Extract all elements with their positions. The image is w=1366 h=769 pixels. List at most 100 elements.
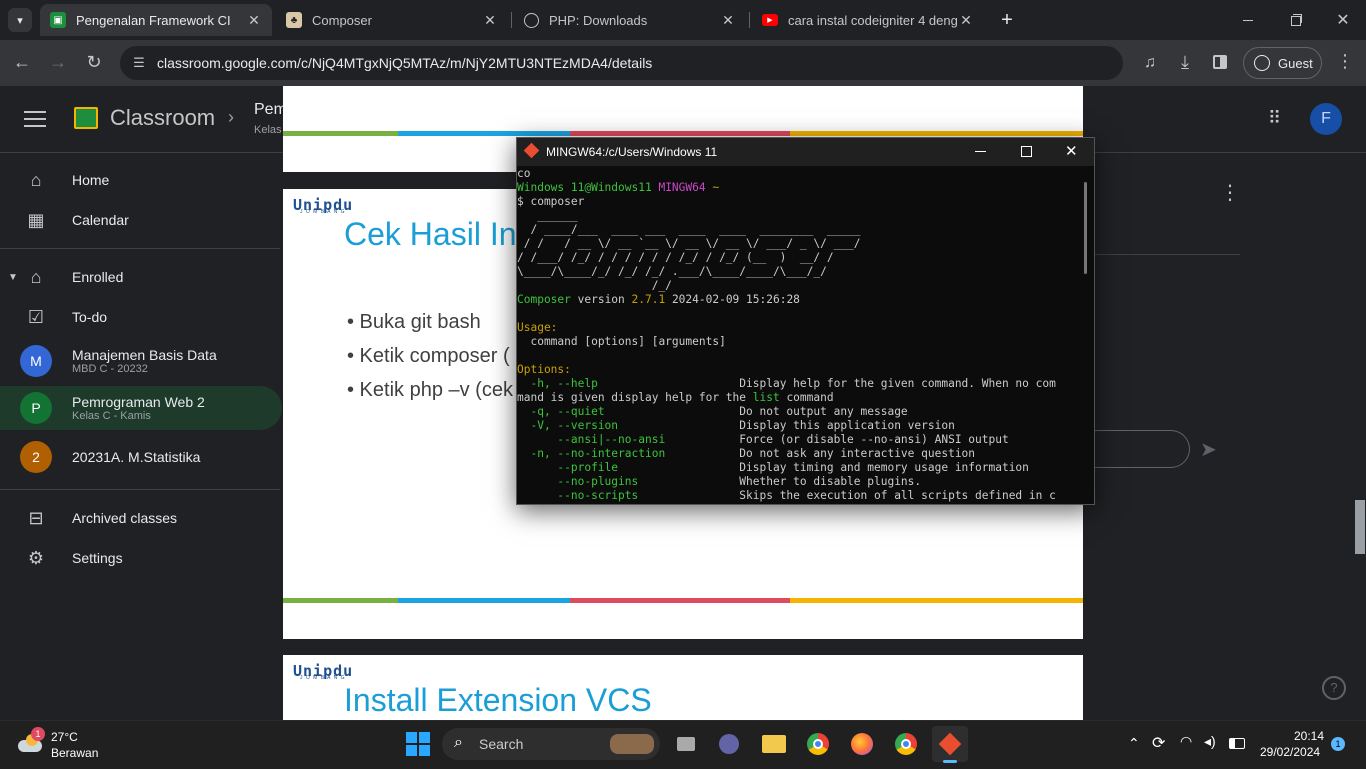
terminal-titlebar[interactable]: MINGW64:/c/Users/Windows 11 ✕ bbox=[517, 138, 1094, 166]
media-controls-icon[interactable]: ♫ bbox=[1138, 54, 1162, 72]
tab-close-icon[interactable]: ✕ bbox=[482, 12, 498, 29]
terminal-segment: \____/\____/_/ /_/ /_/ .___/\____/____/\… bbox=[517, 265, 827, 278]
sidebar-item-todo[interactable]: ☑ To-do bbox=[0, 297, 280, 337]
sidebar-item-enrolled[interactable]: ▼ ⌂ Enrolled bbox=[0, 257, 280, 297]
slide-bullet: • Ketik php –v (cek bbox=[347, 379, 513, 401]
tab-close-icon[interactable]: ✕ bbox=[720, 12, 736, 29]
meet-chat-icon[interactable] bbox=[711, 726, 747, 762]
app-name[interactable]: Classroom bbox=[110, 105, 215, 131]
terminal-line: / /___/ /_/ / / / / / / /_/ / /_/ (__ ) … bbox=[517, 251, 1081, 265]
youtube-icon: ▶ bbox=[762, 14, 778, 26]
profile-label: Guest bbox=[1278, 55, 1313, 71]
terminal-line: --ansi|--no-ansi Force (or disable --no-… bbox=[517, 433, 1081, 447]
file-explorer-icon[interactable] bbox=[756, 726, 792, 762]
terminal-close-icon[interactable]: ✕ bbox=[1065, 142, 1078, 160]
more-options-icon[interactable]: ⋮ bbox=[1220, 180, 1240, 205]
tab-title: PHP: Downloads bbox=[549, 12, 648, 28]
reload-icon[interactable]: ↻ bbox=[82, 52, 106, 73]
chrome-icon[interactable] bbox=[800, 726, 836, 762]
tab-pengenalan[interactable]: ▣ Pengenalan Framework CI ✕ bbox=[40, 4, 272, 36]
git-bash-taskbar-icon[interactable] bbox=[932, 726, 968, 762]
composer-favicon-icon: ♣ bbox=[286, 12, 302, 28]
page-scrollbar-thumb[interactable] bbox=[1355, 500, 1365, 554]
sidebar-class-web2[interactable]: P Pemrograman Web 2 Kelas C - Kamis bbox=[0, 386, 282, 430]
wifi-icon[interactable]: ◠ bbox=[1180, 733, 1192, 750]
side-panel-icon[interactable] bbox=[1213, 55, 1227, 69]
mingw-terminal-window[interactable]: MINGW64:/c/Users/Windows 11 ✕ co Windows … bbox=[516, 137, 1095, 505]
profile-button[interactable]: Guest bbox=[1243, 47, 1322, 79]
more-menu-icon[interactable]: ⋮ bbox=[1333, 51, 1357, 72]
terminal-segment: command [options] [arguments] bbox=[517, 335, 726, 348]
sidebar-divider bbox=[0, 248, 280, 249]
terminal-segment: Do not ask any interactive question bbox=[739, 447, 976, 460]
user-avatar[interactable]: F bbox=[1310, 103, 1342, 135]
sidebar-item-archived[interactable]: ⊟ Archived classes bbox=[0, 498, 280, 538]
show-hidden-icons-icon[interactable]: ⌃ bbox=[1128, 735, 1140, 752]
tab-close-icon[interactable]: ✕ bbox=[958, 12, 974, 29]
terminal-line: mand is given display help for the list … bbox=[517, 391, 1081, 405]
active-app-indicator bbox=[943, 760, 957, 763]
tab-youtube[interactable]: ▶ cara instal codeigniter 4 dengan ✕ bbox=[752, 4, 984, 36]
tab-title: cara instal codeigniter 4 dengan bbox=[788, 12, 958, 28]
chrome-icon[interactable] bbox=[888, 726, 924, 762]
comment-input[interactable] bbox=[1090, 430, 1190, 468]
terminal-segment: Display timing and memory usage informat… bbox=[739, 461, 1029, 474]
slide-bullet: • Buka git bash bbox=[347, 311, 481, 333]
volume-icon[interactable]: ◂) bbox=[1204, 733, 1216, 750]
sync-icon[interactable]: ⟳ bbox=[1152, 733, 1165, 753]
unipdu-logo-sub: J O M B A N G bbox=[300, 675, 346, 681]
download-icon[interactable]: ⤓ bbox=[1173, 52, 1197, 73]
terminal-output[interactable]: co Windows 11@Windows11 MINGW64 ~ $ compos… bbox=[517, 167, 1081, 504]
terminal-segment: Display this application version bbox=[739, 419, 955, 432]
terminal-maximize-icon[interactable] bbox=[1021, 146, 1032, 157]
sidebar-item-home[interactable]: ⌂ Home bbox=[0, 160, 280, 200]
slide-top-stripe bbox=[283, 131, 1083, 136]
sidebar-class-statistika[interactable]: 2 20231A. M.Statistika bbox=[0, 436, 280, 478]
taskbar-search-box[interactable]: ⌕ Search bbox=[442, 728, 660, 760]
main-menu-icon[interactable] bbox=[24, 109, 46, 127]
terminal-line: --no-plugins Whether to disable plugins. bbox=[517, 475, 1081, 489]
sidebar-class-mbd[interactable]: M Manajemen Basis Data MBD C - 20232 bbox=[0, 340, 280, 382]
class-avatar: 2 bbox=[20, 441, 52, 473]
forward-arrow-icon[interactable]: → bbox=[46, 52, 70, 73]
tab-composer[interactable]: ♣ Composer ✕ bbox=[276, 4, 508, 36]
clock-date[interactable]: 29/02/2024 bbox=[1260, 745, 1320, 759]
collapse-caret-icon: ▼ bbox=[8, 271, 18, 283]
sidebar-item-calendar[interactable]: ▦ Calendar bbox=[0, 200, 280, 240]
class-section: MBD C - 20232 bbox=[72, 363, 148, 375]
breadcrumb-class[interactable]: Pem bbox=[254, 101, 287, 119]
close-window-icon[interactable]: ✕ bbox=[1334, 10, 1352, 29]
url-text[interactable]: classroom.google.com/c/NjQ4MTgxNjQ5MTAz/… bbox=[157, 55, 652, 71]
send-icon[interactable]: ➤ bbox=[1200, 437, 1217, 462]
apps-grid-icon[interactable]: ⠿ bbox=[1268, 108, 1288, 128]
weather-temp[interactable]: 27°C bbox=[51, 730, 78, 744]
terminal-segment: co bbox=[517, 167, 531, 180]
start-button[interactable] bbox=[406, 732, 430, 756]
terminal-line: --no-scripts Skips the execution of all … bbox=[517, 489, 1081, 503]
firefox-icon[interactable] bbox=[844, 726, 880, 762]
back-arrow-icon[interactable]: ← bbox=[10, 52, 34, 73]
new-tab-button[interactable]: + bbox=[996, 8, 1018, 32]
site-info-icon[interactable]: ☰ bbox=[128, 53, 150, 73]
terminal-minimize-icon[interactable] bbox=[975, 151, 986, 152]
terminal-segment: Display help for the given command. When… bbox=[739, 377, 1056, 390]
help-icon[interactable]: ? bbox=[1322, 676, 1346, 700]
task-view-icon[interactable] bbox=[668, 726, 704, 762]
slide-bottom-stripe bbox=[283, 598, 1083, 603]
notification-badge[interactable]: 1 bbox=[1331, 737, 1345, 751]
weather-desc[interactable]: Berawan bbox=[51, 746, 98, 760]
restore-window-icon[interactable] bbox=[1288, 12, 1304, 28]
sidebar-item-settings[interactable]: ⚙ Settings bbox=[0, 538, 280, 578]
battery-icon[interactable] bbox=[1229, 738, 1245, 749]
terminal-segment: Composer bbox=[517, 293, 578, 306]
terminal-line: \____/\____/_/ /_/ /_/ .___/\____/____/\… bbox=[517, 265, 1081, 279]
tab-search-button[interactable]: ▾ bbox=[8, 8, 32, 32]
terminal-segment: -V, --version bbox=[517, 419, 740, 432]
terminal-scrollbar-thumb[interactable] bbox=[1084, 182, 1087, 274]
tab-close-icon[interactable]: ✕ bbox=[246, 12, 262, 29]
minimize-window-icon[interactable] bbox=[1240, 12, 1256, 28]
clock-time[interactable]: 20:14 bbox=[1294, 729, 1324, 743]
tab-php-downloads[interactable]: PHP: Downloads ✕ bbox=[514, 4, 746, 36]
class-name: Pemrograman Web 2 bbox=[72, 394, 205, 410]
